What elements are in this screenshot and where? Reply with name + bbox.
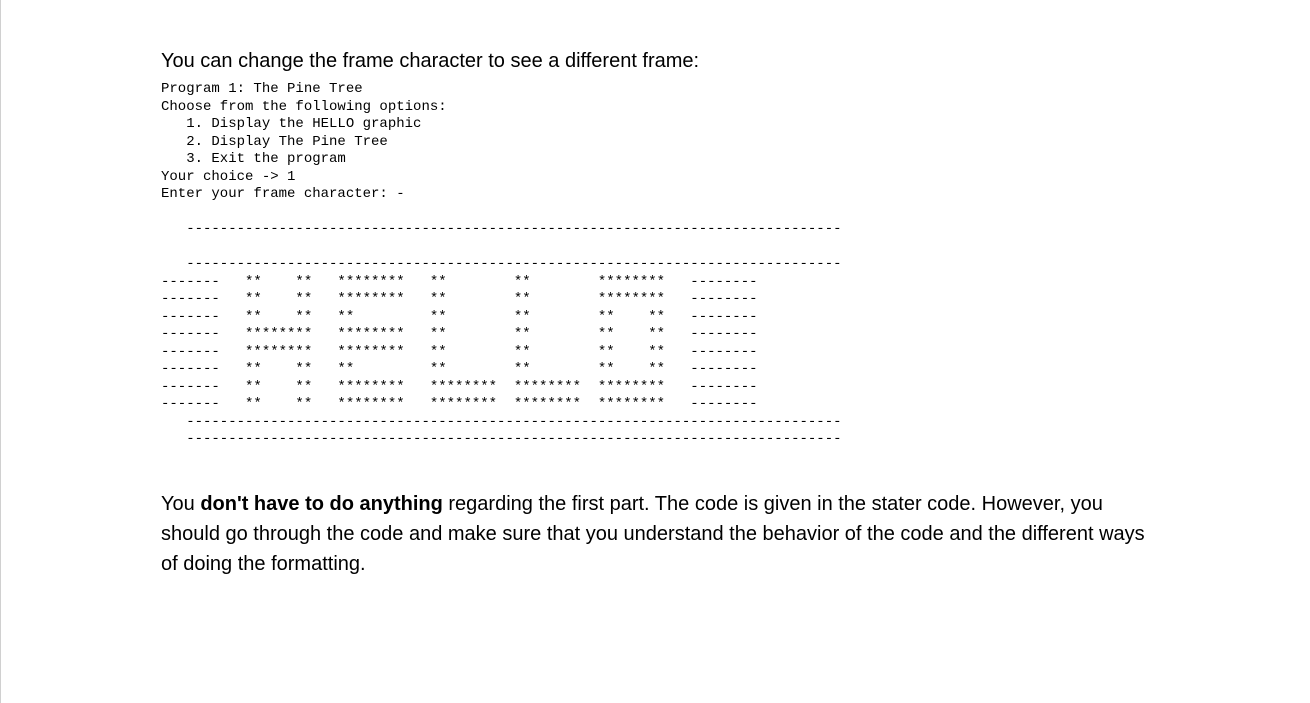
terminal-output: Program 1: The Pine Tree Choose from the… bbox=[161, 81, 1150, 449]
body-text-prefix: You bbox=[161, 493, 200, 515]
body-paragraph: You don't have to do anything regarding … bbox=[161, 489, 1150, 579]
intro-paragraph: You can change the frame character to se… bbox=[161, 50, 1150, 73]
document-page: You can change the frame character to se… bbox=[0, 0, 1310, 703]
body-text-bold: don't have to do anything bbox=[200, 493, 443, 515]
